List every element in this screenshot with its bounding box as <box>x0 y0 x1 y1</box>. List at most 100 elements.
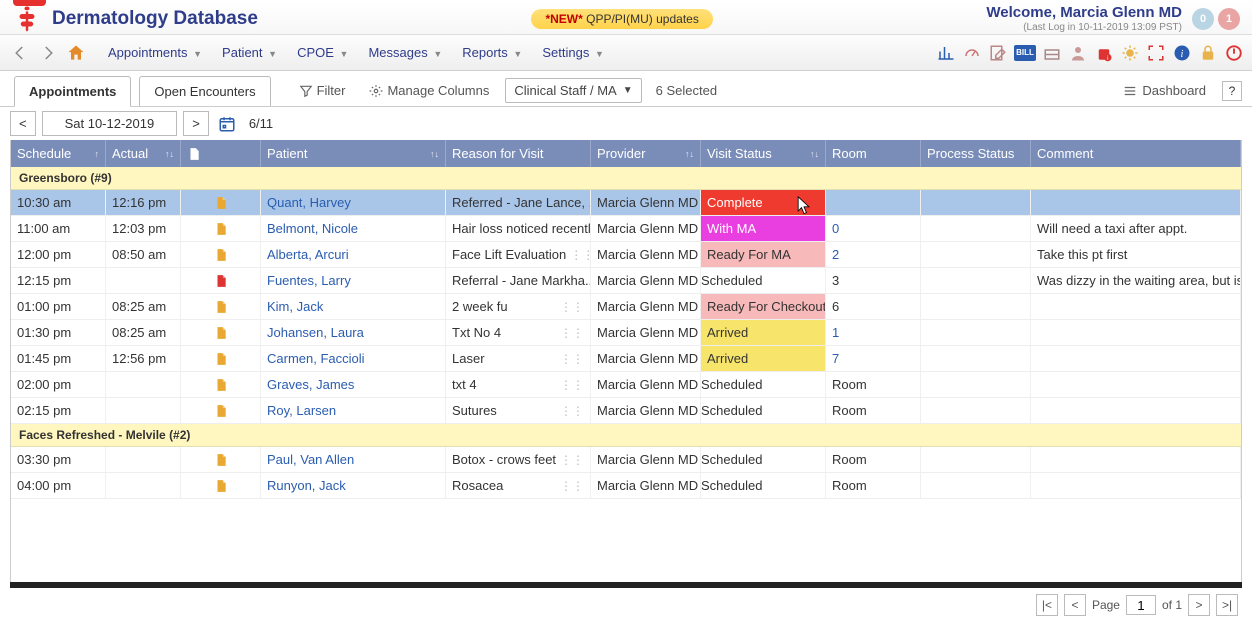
bag-alert-icon[interactable]: i <box>1094 43 1114 63</box>
drag-handle-icon[interactable]: ⋮⋮ <box>556 479 584 493</box>
tab-open-encounters[interactable]: Open Encounters <box>139 76 270 106</box>
dashboard-button[interactable]: Dashboard <box>1114 79 1214 102</box>
expand-icon[interactable] <box>1146 43 1166 63</box>
edit-note-icon[interactable] <box>988 43 1008 63</box>
bill-icon[interactable]: BILL <box>1014 45 1036 61</box>
menu-patient[interactable]: Patient ▼ <box>212 37 287 68</box>
drag-handle-icon[interactable]: ⋮⋮ <box>556 352 584 366</box>
page-first-button[interactable]: |< <box>1036 594 1058 616</box>
group-header[interactable]: Greensboro (#9) <box>11 167 1241 190</box>
nav-forward-icon[interactable] <box>36 41 60 65</box>
col-reason[interactable]: Reason for Visit <box>446 140 591 167</box>
col-actual[interactable]: Actual↑↓ <box>106 140 181 167</box>
col-process[interactable]: Process Status <box>921 140 1031 167</box>
cell-status[interactable]: Complete <box>701 190 826 215</box>
cell-file[interactable] <box>181 447 261 472</box>
cell-file[interactable] <box>181 473 261 498</box>
cell-status[interactable]: Scheduled <box>701 372 826 397</box>
room-link[interactable]: 7 <box>832 351 839 366</box>
col-status[interactable]: Visit Status↑↓ <box>701 140 826 167</box>
bar-chart-icon[interactable] <box>936 43 956 63</box>
cell-status[interactable]: With MA <box>701 216 826 241</box>
room-link[interactable]: 1 <box>832 325 839 340</box>
cell-file[interactable] <box>181 216 261 241</box>
cell-status[interactable]: Arrived <box>701 320 826 345</box>
cell-file[interactable] <box>181 398 261 423</box>
drag-handle-icon[interactable]: ⋮⋮ <box>556 453 584 467</box>
cell-status[interactable]: Arrived <box>701 346 826 371</box>
help-button[interactable]: ? <box>1222 81 1242 101</box>
col-file-icon[interactable] <box>181 140 261 167</box>
tab-appointments[interactable]: Appointments <box>14 76 131 107</box>
col-schedule[interactable]: Schedule↑ <box>11 140 106 167</box>
cell-status[interactable]: Ready For Checkout <box>701 294 826 319</box>
table-row[interactable]: 02:00 pmGraves, Jamestxt 4⋮⋮Marcia Glenn… <box>11 372 1241 398</box>
patient-link[interactable]: Paul, Van Allen <box>261 447 446 472</box>
menu-messages[interactable]: Messages ▼ <box>358 37 452 68</box>
home-icon[interactable] <box>64 41 88 65</box>
page-next-button[interactable]: > <box>1188 594 1210 616</box>
drag-handle-icon[interactable]: ⋮⋮ <box>566 248 591 262</box>
cell-file[interactable] <box>181 372 261 397</box>
room-link[interactable]: 2 <box>832 247 839 262</box>
table-row[interactable]: 01:00 pm08:25 amKim, Jack2 week fu⋮⋮Marc… <box>11 294 1241 320</box>
lock-icon[interactable] <box>1198 43 1218 63</box>
info-icon[interactable]: i <box>1172 43 1192 63</box>
page-last-button[interactable]: >| <box>1216 594 1238 616</box>
patient-link[interactable]: Alberta, Arcuri <box>261 242 446 267</box>
cell-status[interactable]: Scheduled <box>701 268 826 293</box>
announcement-banner[interactable]: *NEW* QPP/PI(MU) updates <box>531 9 712 29</box>
calendar-icon[interactable] <box>215 112 239 136</box>
gauge-icon[interactable] <box>962 43 982 63</box>
col-room[interactable]: Room <box>826 140 921 167</box>
menu-reports[interactable]: Reports ▼ <box>452 37 532 68</box>
table-row[interactable]: 11:00 am12:03 pmBelmont, NicoleHair loss… <box>11 216 1241 242</box>
drag-handle-icon[interactable]: ⋮⋮ <box>556 326 584 340</box>
patient-link[interactable]: Quant, Harvey <box>261 190 446 215</box>
cell-file[interactable] <box>181 190 261 215</box>
table-row[interactable]: 12:00 pm08:50 amAlberta, ArcuriFace Lift… <box>11 242 1241 268</box>
col-comment[interactable]: Comment <box>1031 140 1241 167</box>
prev-day-button[interactable]: < <box>10 111 36 136</box>
table-row[interactable]: 12:15 pmFuentes, LarryReferral - Jane Ma… <box>11 268 1241 294</box>
page-prev-button[interactable]: < <box>1064 594 1086 616</box>
current-date[interactable]: Sat 10-12-2019 <box>42 111 178 136</box>
menu-cpoe[interactable]: CPOE ▼ <box>287 37 358 68</box>
table-row[interactable]: 01:45 pm12:56 pmCarmen, FaccioliLaser⋮⋮M… <box>11 346 1241 372</box>
col-patient[interactable]: Patient↑↓ <box>261 140 446 167</box>
notification-badge-1[interactable]: 1 <box>1218 8 1240 30</box>
patient-link[interactable]: Belmont, Nicole <box>261 216 446 241</box>
drag-handle-icon[interactable]: ⋮⋮ <box>556 404 584 418</box>
table-row[interactable]: 03:30 pmPaul, Van AllenBotox - crows fee… <box>11 447 1241 473</box>
cell-status[interactable]: Scheduled <box>701 398 826 423</box>
cell-file[interactable] <box>181 242 261 267</box>
user-icon[interactable] <box>1068 43 1088 63</box>
manage-columns-button[interactable]: Manage Columns <box>361 79 497 102</box>
drag-handle-icon[interactable]: ⋮⋮ <box>556 300 584 314</box>
sun-icon[interactable] <box>1120 43 1140 63</box>
patient-link[interactable]: Johansen, Laura <box>261 320 446 345</box>
table-row[interactable]: 10:30 am12:16 pmQuant, HarveyReferred - … <box>11 190 1241 216</box>
col-provider[interactable]: Provider↑↓ <box>591 140 701 167</box>
grid-body[interactable]: Greensboro (#9)10:30 am12:16 pmQuant, Ha… <box>11 167 1241 582</box>
patient-link[interactable]: Runyon, Jack <box>261 473 446 498</box>
filter-button[interactable]: Filter <box>291 79 354 102</box>
staff-dropdown[interactable]: Clinical Staff / MA ▼ <box>505 78 641 103</box>
table-row[interactable]: 04:00 pmRunyon, JackRosacea⋮⋮Marcia Glen… <box>11 473 1241 499</box>
room-link[interactable]: 0 <box>832 221 839 236</box>
patient-link[interactable]: Graves, James <box>261 372 446 397</box>
patient-link[interactable]: Roy, Larsen <box>261 398 446 423</box>
drag-handle-icon[interactable]: ⋮⋮ <box>556 378 584 392</box>
cell-file[interactable] <box>181 346 261 371</box>
table-row[interactable]: 02:15 pmRoy, LarsenSutures⋮⋮Marcia Glenn… <box>11 398 1241 424</box>
patient-link[interactable]: Kim, Jack <box>261 294 446 319</box>
nav-back-icon[interactable] <box>8 41 32 65</box>
menu-settings[interactable]: Settings ▼ <box>532 37 614 68</box>
cell-status[interactable]: Scheduled <box>701 447 826 472</box>
patient-link[interactable]: Carmen, Faccioli <box>261 346 446 371</box>
tray-icon[interactable] <box>1042 43 1062 63</box>
patient-link[interactable]: Fuentes, Larry <box>261 268 446 293</box>
notification-badge-0[interactable]: 0 <box>1192 8 1214 30</box>
cell-file[interactable] <box>181 320 261 345</box>
group-header[interactable]: Faces Refreshed - Melvile (#2) <box>11 424 1241 447</box>
